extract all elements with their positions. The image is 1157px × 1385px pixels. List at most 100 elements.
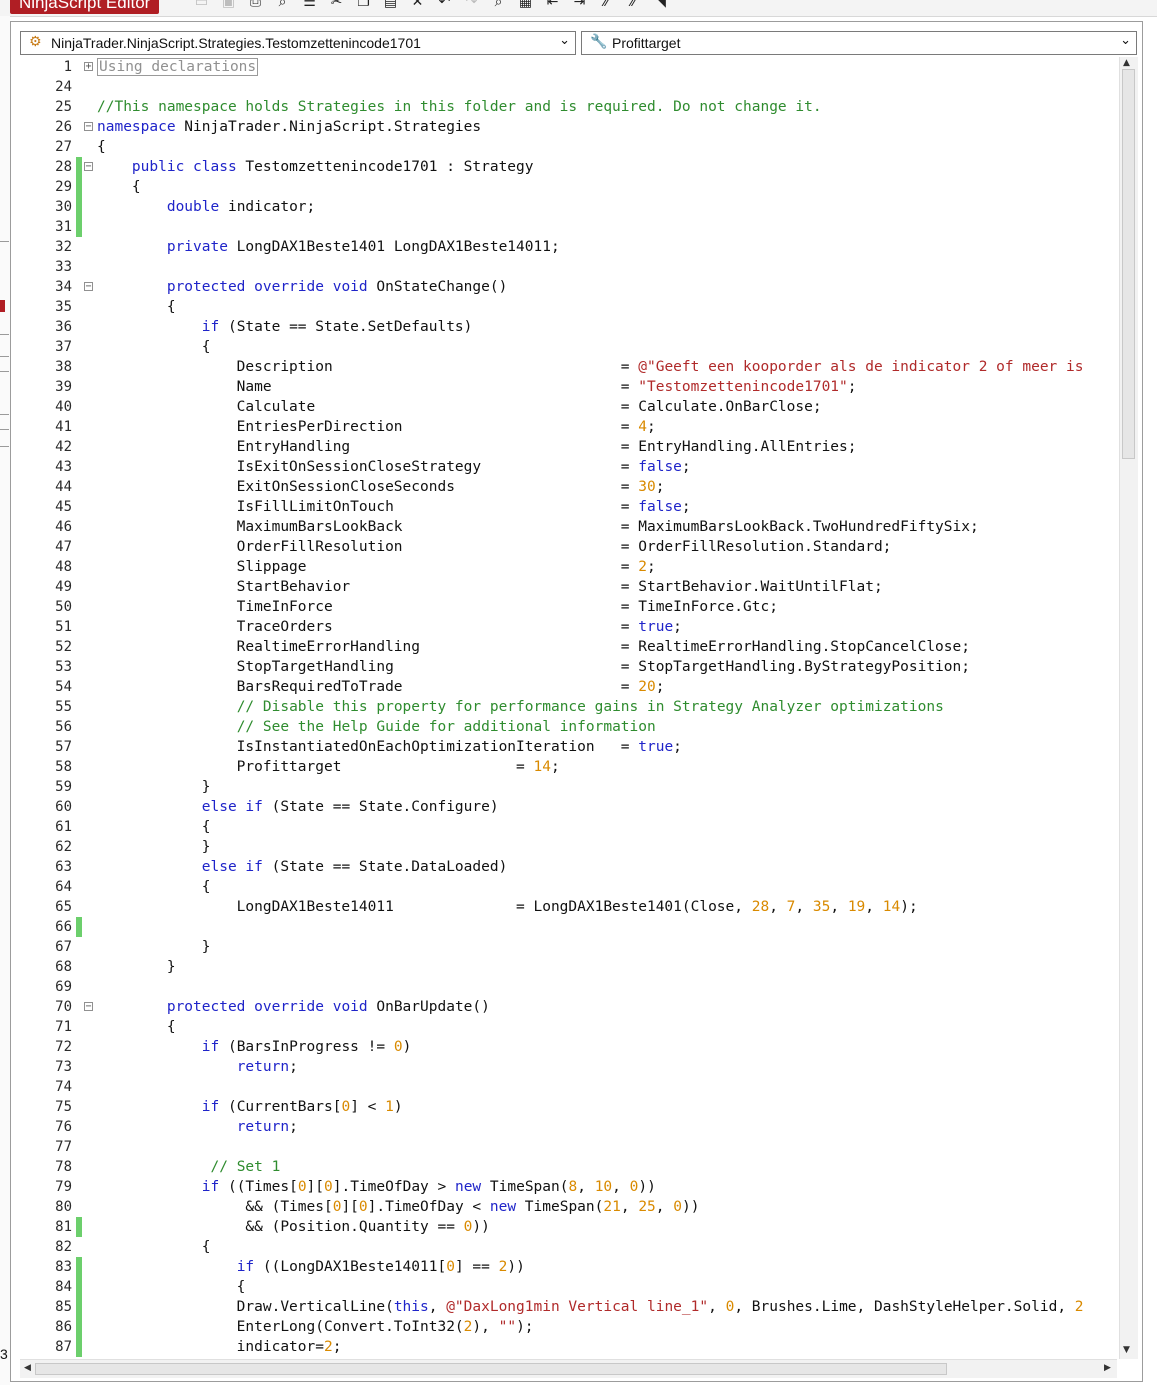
undo-icon[interactable]: ↶ <box>431 0 458 12</box>
code-line[interactable]: OrderFillResolution = OrderFillResolutio… <box>97 537 892 557</box>
code-line[interactable]: } <box>97 957 176 977</box>
code-line[interactable]: namespace NinjaTrader.NinjaScript.Strate… <box>97 117 481 137</box>
vertical-scrollbar[interactable]: ▲ ▼ <box>1119 57 1138 1359</box>
code-line[interactable]: Using declarations <box>97 57 259 77</box>
collapse-region-icon[interactable]: − <box>84 122 93 132</box>
code-line[interactable]: { <box>97 877 211 897</box>
line-number: 25 <box>55 99 72 115</box>
code-line[interactable]: IsExitOnSessionCloseStrategy = false; <box>97 457 691 477</box>
scroll-down-icon[interactable]: ▼ <box>1123 1345 1130 1355</box>
code-line[interactable]: TimeInForce = TimeInForce.Gtc; <box>97 597 778 617</box>
class-dropdown[interactable]: ⚙ NinjaTrader.NinjaScript.Strategies.Tes… <box>20 31 576 55</box>
code-line[interactable]: { <box>97 177 141 197</box>
vertical-scroll-thumb[interactable] <box>1122 69 1135 459</box>
redo-icon[interactable]: ↷ <box>458 0 485 12</box>
collapse-region-icon[interactable]: − <box>84 1002 93 1012</box>
code-line[interactable]: double indicator; <box>97 197 315 217</box>
code-line[interactable]: else if (State == State.Configure) <box>97 797 499 817</box>
code-line[interactable]: //This namespace holds Strategies in thi… <box>97 97 822 117</box>
expand-region-icon[interactable]: + <box>84 62 93 72</box>
code-line[interactable]: && (Position.Quantity == 0)) <box>97 1217 489 1237</box>
code-line[interactable]: // Disable this property for performance… <box>97 697 944 717</box>
outdent-icon[interactable]: ⇤ <box>539 0 566 12</box>
save-icon[interactable]: ▣ <box>215 0 242 12</box>
code-line[interactable]: MaximumBarsLookBack = MaximumBarsLookBac… <box>97 517 979 537</box>
scroll-up-icon[interactable]: ▲ <box>1123 58 1130 68</box>
horizontal-scrollbar[interactable]: ◀ ▶ <box>20 1359 1117 1378</box>
code-line[interactable]: StopTargetHandling = StopTargetHandling.… <box>97 657 970 677</box>
code-line[interactable]: TraceOrders = true; <box>97 617 682 637</box>
code-line[interactable]: public class Testomzettenincode1701 : St… <box>97 157 534 177</box>
visual-studio-icon[interactable]: ◥ <box>647 0 674 12</box>
code-line[interactable]: // See the Help Guide for additional inf… <box>97 717 656 737</box>
code-line[interactable]: { <box>97 1277 246 1297</box>
code-line[interactable]: LongDAX1Beste14011 = LongDAX1Beste1401(C… <box>97 897 918 917</box>
code-line[interactable]: if (BarsInProgress != 0) <box>97 1037 412 1057</box>
code-line[interactable]: && (Times[0][0].TimeOfDay < new TimeSpan… <box>97 1197 699 1217</box>
copy-icon[interactable]: ❐ <box>350 0 377 12</box>
code-line[interactable]: Description = @"Geeft een kooporder als … <box>97 357 1084 377</box>
scroll-right-icon[interactable]: ▶ <box>1104 1363 1111 1373</box>
code-editor[interactable]: 1 + Using declarations 24 25 //This namespace… <box>20 57 1117 1359</box>
code-line[interactable]: Profittarget = 14; <box>97 757 560 777</box>
code-line[interactable]: IsFillLimitOnTouch = false; <box>97 497 691 517</box>
code-line[interactable]: indicator=2; <box>97 1337 342 1357</box>
code-line[interactable]: if (State == State.SetDefaults) <box>97 317 473 337</box>
code-line[interactable]: private LongDAX1Beste1401 LongDAX1Beste1… <box>97 237 560 257</box>
code-line[interactable]: EntryHandling = EntryHandling.AllEntries… <box>97 437 857 457</box>
line-number: 85 <box>55 1299 72 1315</box>
code-line[interactable]: { <box>97 1017 176 1037</box>
indent-icon[interactable]: ⇥ <box>566 0 593 12</box>
line-number: 53 <box>55 659 72 675</box>
code-line[interactable]: EntriesPerDirection = 4; <box>97 417 656 437</box>
calculator-icon[interactable]: ▦ <box>512 0 539 12</box>
code-line[interactable]: { <box>97 337 211 357</box>
new-file-icon[interactable]: ▭ <box>188 0 215 12</box>
code-line[interactable]: if ((Times[0][0].TimeOfDay > new TimeSpa… <box>97 1177 656 1197</box>
code-line[interactable]: } <box>97 837 211 857</box>
code-line[interactable]: else if (State == State.DataLoaded) <box>97 857 508 877</box>
chevron-down-icon[interactable]: ⌄ <box>1120 33 1131 48</box>
paste-icon[interactable]: ▤ <box>377 0 404 12</box>
uncomment-icon[interactable]: ⁄⁄ <box>620 0 647 12</box>
code-line[interactable]: if (CurrentBars[0] < 1) <box>97 1097 403 1117</box>
line-number: 59 <box>55 779 72 795</box>
code-line[interactable]: } <box>97 937 211 957</box>
print-preview-icon[interactable]: ⌕ <box>269 0 296 12</box>
code-line[interactable]: BarsRequiredToTrade = 20; <box>97 677 665 697</box>
chevron-down-icon[interactable]: ⌄ <box>559 33 570 48</box>
scroll-left-icon[interactable]: ◀ <box>24 1363 31 1373</box>
collapse-region-icon[interactable]: − <box>84 162 93 172</box>
code-line[interactable]: protected override void OnStateChange() <box>97 277 507 297</box>
code-line[interactable]: protected override void OnBarUpdate() <box>97 997 490 1017</box>
code-line[interactable]: Draw.VerticalLine(this, @"DaxLong1min Ve… <box>97 1297 1084 1317</box>
code-line[interactable]: return; <box>97 1117 298 1137</box>
code-line[interactable]: Name = "Testomzettenincode1701"; <box>97 377 857 397</box>
code-line[interactable]: // Set 1 <box>97 1157 281 1177</box>
line-number: 47 <box>55 539 72 555</box>
code-line[interactable]: { <box>97 137 106 157</box>
code-line[interactable]: ExitOnSessionCloseSeconds = 30; <box>97 477 665 497</box>
code-line[interactable]: { <box>97 1237 211 1257</box>
cut-icon[interactable]: ✂ <box>323 0 350 12</box>
horizontal-scroll-thumb[interactable] <box>35 1363 947 1375</box>
code-line[interactable]: StartBehavior = StartBehavior.WaitUntilF… <box>97 577 883 597</box>
member-dropdown[interactable]: 🔧 Profittarget ⌄ <box>581 31 1137 55</box>
line-number: 28 <box>55 159 72 175</box>
code-line[interactable]: return; <box>97 1057 298 1077</box>
code-line[interactable]: EnterLong(Convert.ToInt32(2), ""); <box>97 1317 534 1337</box>
code-line[interactable]: { <box>97 817 211 837</box>
comment-icon[interactable]: ⁄⁄ <box>593 0 620 12</box>
code-line[interactable]: if ((LongDAX1Beste14011[0] == 2)) <box>97 1257 525 1277</box>
code-line[interactable]: } <box>97 777 211 797</box>
find-icon[interactable]: ⌕ <box>485 0 512 12</box>
code-line[interactable]: IsInstantiatedOnEachOptimizationIteratio… <box>97 737 682 757</box>
delete-icon[interactable]: ✕ <box>404 0 431 12</box>
code-line[interactable]: RealtimeErrorHandling = RealtimeErrorHan… <box>97 637 970 657</box>
code-line[interactable]: { <box>97 297 176 317</box>
code-line[interactable]: Calculate = Calculate.OnBarClose; <box>97 397 822 417</box>
properties-icon[interactable]: ☰ <box>296 0 323 12</box>
collapse-region-icon[interactable]: − <box>84 282 93 292</box>
print-icon[interactable]: ⎙ <box>242 0 269 12</box>
code-line[interactable]: Slippage = 2; <box>97 557 656 577</box>
